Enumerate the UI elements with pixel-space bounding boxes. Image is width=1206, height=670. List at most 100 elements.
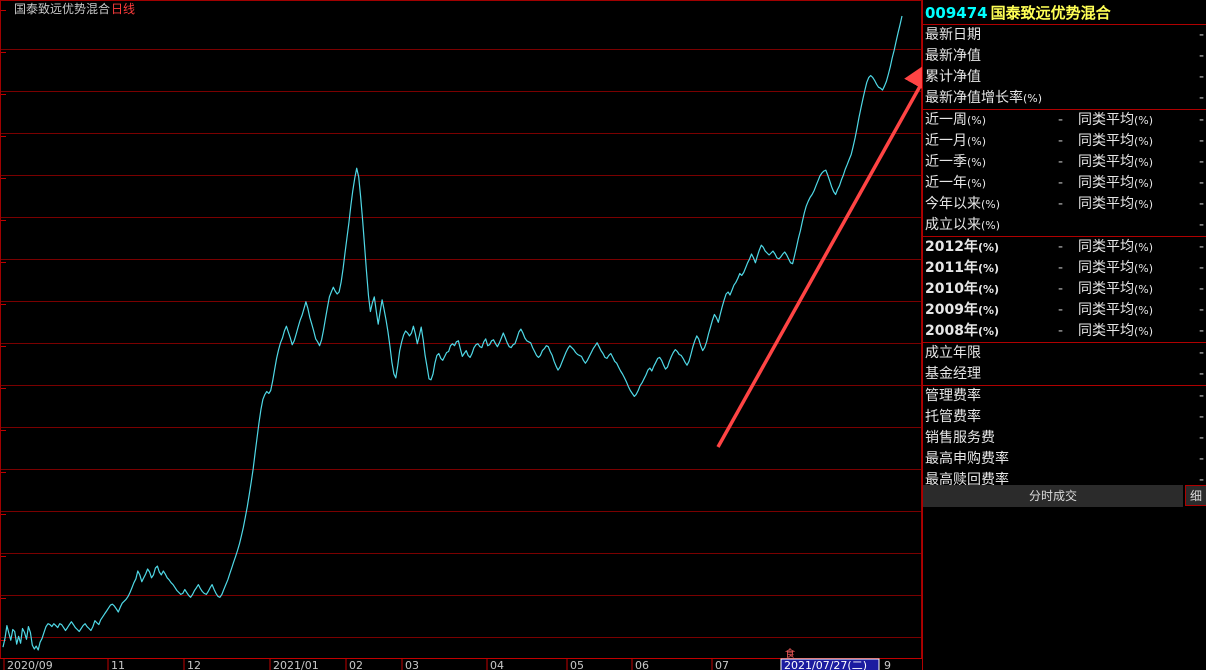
- row-label-unit: (%): [1023, 92, 1043, 105]
- row-label-text: 最新净值增长率: [925, 90, 1023, 106]
- row-label-text: 近一年: [925, 175, 967, 191]
- row-label-text: 最新净值: [925, 48, 981, 64]
- row-label: 销售服务费: [925, 428, 995, 449]
- row-label-unit: (%): [967, 177, 987, 190]
- peer-average-text: 同类平均: [1078, 175, 1134, 191]
- row-value: -: [1058, 239, 1064, 255]
- peer-average-value: -: [1198, 260, 1204, 276]
- cursor-date-label: 2021/07/27(二): [784, 659, 867, 670]
- peer-average-unit: (%): [1134, 198, 1154, 211]
- peer-average-text: 同类平均: [1078, 133, 1134, 149]
- row-label-text: 销售服务费: [925, 430, 995, 446]
- x-tick-label: 2021/01: [273, 659, 319, 670]
- row-label: 今年以来(%): [925, 194, 1000, 215]
- info-row: 近一周(%) - 同类平均(%) -: [923, 109, 1206, 131]
- row-label-unit: (%): [967, 156, 987, 169]
- chart-series: [2, 15, 903, 651]
- peer-average-value: -: [1198, 112, 1204, 128]
- series-line-nav: [2, 15, 903, 651]
- row-label-text: 2008年: [925, 323, 978, 339]
- row-label-text: 2010年: [925, 281, 978, 297]
- peer-average-text: 同类平均: [1078, 323, 1134, 339]
- chart-area[interactable]: 2020/09 11 12 2021/01 02 03 04 05 06 07 2021/07/2…: [0, 0, 922, 670]
- info-row: 最新净值增长率(%) -: [923, 88, 1206, 109]
- row-label-unit: (%): [977, 283, 1000, 296]
- nav-line-chart[interactable]: 2020/09 11 12 2021/01 02 03 04 05 06 07 2021/07/2…: [0, 0, 922, 670]
- peer-average-unit: (%): [1134, 135, 1154, 148]
- info-row: 最新日期 -: [923, 24, 1206, 46]
- row-label-text: 最新日期: [925, 27, 981, 43]
- peer-average-label: 同类平均(%): [1078, 173, 1153, 194]
- peer-average-value: -: [1198, 217, 1204, 233]
- peer-average-label: 同类平均(%): [1078, 279, 1153, 300]
- peer-average-label: 同类平均(%): [1078, 258, 1153, 279]
- row-label-text: 近一周: [925, 112, 967, 128]
- fund-info-panel: 009474 国泰致远优势混合 最新日期 - 最新净值 - 累计净值 - 最新净值增长率(%)…: [922, 0, 1206, 670]
- peer-average-unit: (%): [1134, 114, 1154, 127]
- row-label-text: 成立年限: [925, 345, 981, 361]
- peer-average-unit: (%): [1134, 177, 1154, 190]
- x-tick-label: 06: [635, 659, 649, 670]
- peer-average-value: -: [1198, 133, 1204, 149]
- peer-average-text: 同类平均: [1078, 239, 1134, 255]
- info-row: 最高申购费率 -: [923, 449, 1206, 470]
- row-label: 近一周(%): [925, 110, 986, 131]
- row-label-text: 最高申购费率: [925, 451, 1009, 467]
- row-label-text: 今年以来: [925, 196, 981, 212]
- row-label-text: 管理费率: [925, 388, 981, 404]
- info-row: 2010年(%) - 同类平均(%) -: [923, 279, 1206, 300]
- row-label-text: 2012年: [925, 239, 978, 255]
- row-label-text: 累计净值: [925, 69, 981, 85]
- row-label: 最新净值增长率(%): [925, 88, 1042, 109]
- chart-period-label[interactable]: 日线: [111, 2, 135, 16]
- info-row: 销售服务费 -: [923, 428, 1206, 449]
- row-value: -: [1058, 133, 1064, 149]
- peer-average-unit: (%): [1134, 156, 1154, 169]
- row-label: 基金经理: [925, 364, 981, 385]
- peer-average-label: 同类平均(%): [1078, 131, 1153, 152]
- x-tick-label: 03: [405, 659, 419, 670]
- info-row: 今年以来(%) - 同类平均(%) -: [923, 194, 1206, 215]
- x-axis: 2020/09 11 12 2021/01 02 03 04 05 06 07: [3, 659, 729, 670]
- fund-name: 国泰致远优势混合: [990, 4, 1111, 22]
- x-tick-label: 04: [490, 659, 504, 670]
- peer-average-value: -: [1198, 430, 1204, 446]
- x-tick-label: 12: [187, 659, 201, 670]
- row-label-unit: (%): [977, 304, 1000, 317]
- row-value: -: [1058, 302, 1064, 318]
- chart-title: 国泰致远优势混合日线: [14, 0, 135, 17]
- info-row: 近一月(%) - 同类平均(%) -: [923, 131, 1206, 152]
- peer-average-value: -: [1198, 323, 1204, 339]
- info-row: 管理费率 -: [923, 385, 1206, 407]
- row-value: -: [1058, 112, 1064, 128]
- info-row: 2009年(%) - 同类平均(%) -: [923, 300, 1206, 321]
- peer-average-unit: (%): [1134, 304, 1154, 317]
- row-label: 最新日期: [925, 25, 981, 46]
- fund-code: 009474: [925, 4, 988, 22]
- row-label: 累计净值: [925, 67, 981, 88]
- info-row: 成立以来(%) -: [923, 215, 1206, 236]
- row-label: 2011年(%): [925, 258, 999, 279]
- tab-time-sales[interactable]: 分时成交: [923, 485, 1183, 507]
- row-label-text: 成立以来: [925, 217, 981, 233]
- x-tick-label: 05: [570, 659, 584, 670]
- bottom-tab-bar: 分时成交 细: [923, 485, 1206, 507]
- peer-average-value: -: [1198, 366, 1204, 382]
- row-label: 2010年(%): [925, 279, 999, 300]
- peer-average-text: 同类平均: [1078, 112, 1134, 128]
- chart-title-name: 国泰致远优势混合: [14, 2, 111, 16]
- info-row: 2011年(%) - 同类平均(%) -: [923, 258, 1206, 279]
- row-value: -: [1058, 175, 1064, 191]
- x-tick-label: 07: [715, 659, 729, 670]
- row-value: -: [1058, 323, 1064, 339]
- peer-average-value: -: [1198, 409, 1204, 425]
- info-row: 近一年(%) - 同类平均(%) -: [923, 173, 1206, 194]
- peer-average-value: -: [1198, 281, 1204, 297]
- info-row: 累计净值 -: [923, 67, 1206, 88]
- peer-average-text: 同类平均: [1078, 154, 1134, 170]
- row-label: 近一月(%): [925, 131, 986, 152]
- tab-detail-button[interactable]: 细: [1185, 485, 1206, 506]
- peer-average-value: -: [1198, 175, 1204, 191]
- info-row: 近一季(%) - 同类平均(%) -: [923, 152, 1206, 173]
- peer-average-value: -: [1198, 451, 1204, 467]
